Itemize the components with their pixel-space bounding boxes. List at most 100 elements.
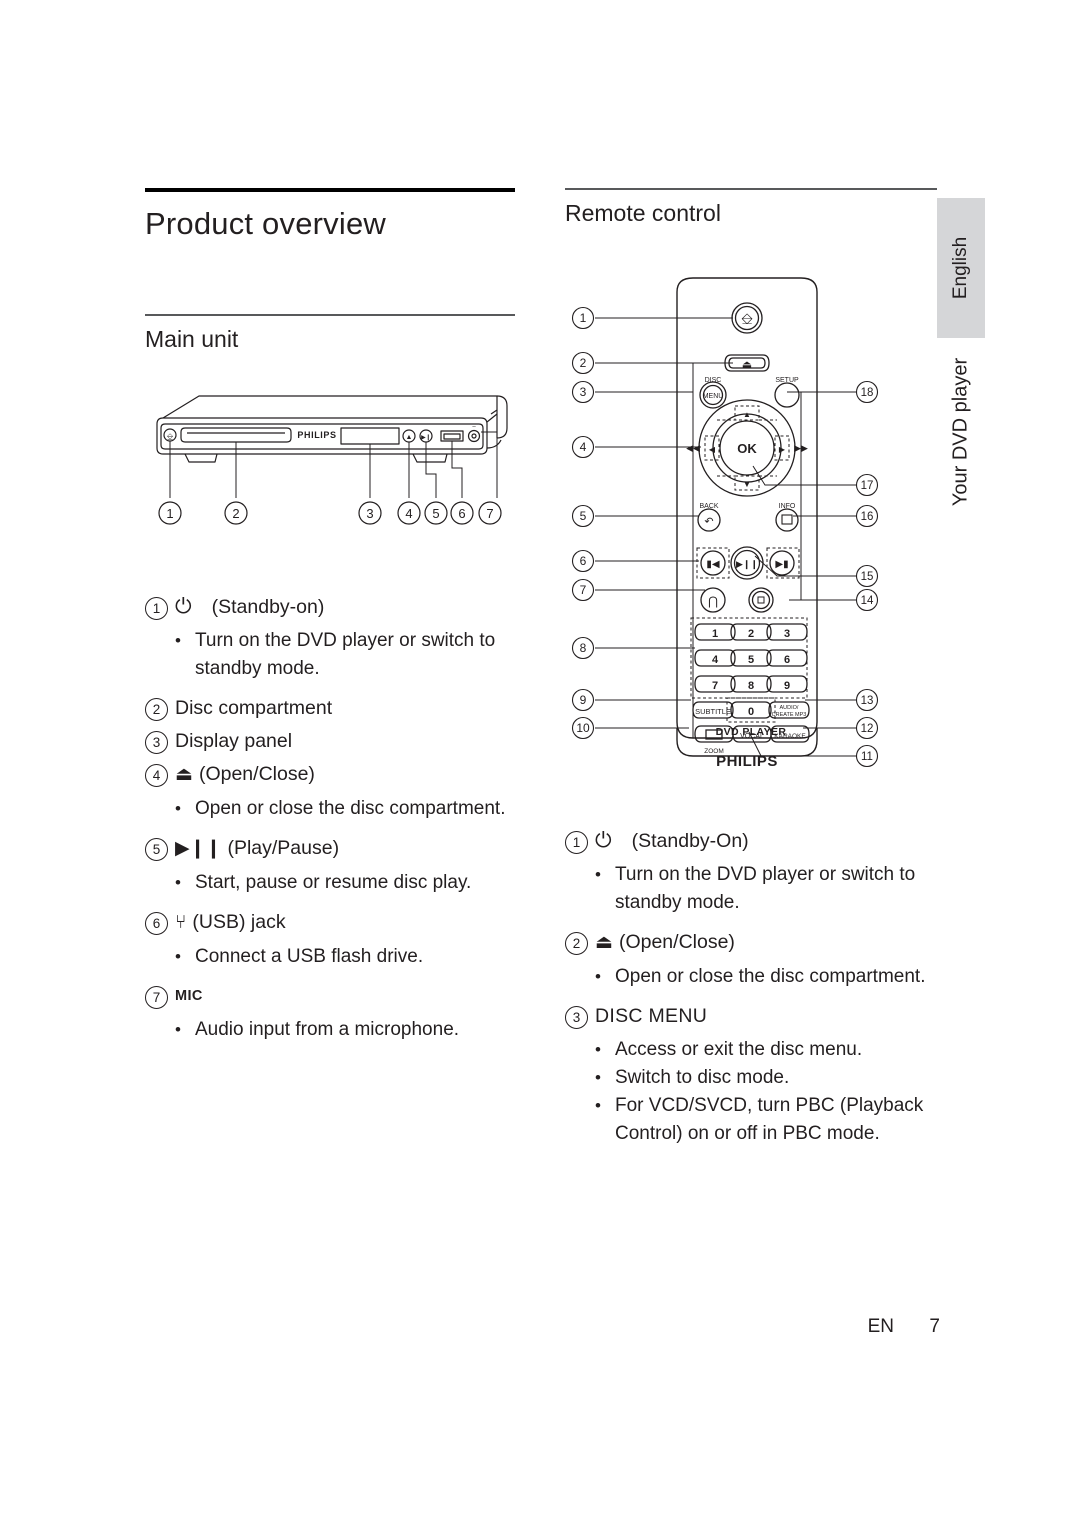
section-rule [565,188,937,190]
item-number: 3 [565,1006,588,1029]
callout-5: 5 [432,506,439,521]
keypad-5: 5 [748,654,754,666]
list-item: 3 DISC MENU • Access or exit the disc me… [565,1003,937,1148]
bullet-text: Turn on the DVD player or switch to stan… [195,630,496,679]
item-label: DISC MENU [595,1005,708,1027]
bullet-text: For VCD/SVCD, turn PBC (Playback Control… [615,1095,924,1144]
left-column: Product overview Main unit [145,188,515,353]
right-column: Remote control [565,188,937,227]
keypad-8: 8 [748,680,754,692]
remote-callout-16: 16 [861,511,874,523]
keypad-6: 6 [784,654,790,666]
callout-6: 6 [458,506,465,521]
nav-right-icon: ▶ [779,445,786,454]
remote-callout-9: 9 [580,693,587,707]
bullet-dot: • [595,1068,601,1087]
power-standby-icon: ⏻ [595,829,612,852]
remote-control-figure: 1 2 3 4 5 6 7 8 9 10 18 17 16 15 14 13 1… [565,270,937,770]
item-label: (Standby-On) [631,830,749,852]
remote-power-icon: ⎒ [741,311,753,328]
bullet-text: Access or exit the disc menu. [615,1039,863,1060]
bullet-dot: • [175,799,181,818]
bullet: • Switch to disc mode. [595,1064,937,1092]
remote-item-list: 1 ⏻ (Standby-On) • Turn on the DVD playe… [565,828,937,1160]
remote-usb-icon: ⋂ [708,594,718,608]
remote-body-bottom [565,728,937,758]
callout-1: 1 [166,506,173,521]
bullet-dot: • [595,967,601,986]
item-label: (Open/Close) [618,931,735,953]
chapter-rule [145,188,515,192]
svg-text:▲: ▲ [406,434,413,441]
bullet-dot: • [595,865,601,884]
list-item: 1 ⏻ (Standby-On) • Turn on the DVD playe… [565,828,937,917]
item-label: (Play/Pause) [227,837,340,859]
remote-callout-13: 13 [861,695,874,707]
bullet-text: Start, pause or resume disc play. [195,872,472,893]
keypad-9: 9 [784,680,790,692]
bullet-dot: • [175,631,181,650]
svg-text:▶❙: ▶❙ [421,434,431,441]
remote-callout-2: 2 [580,356,587,370]
item-label: Disc compartment [175,697,333,719]
disc-menu-bottom-label: MENU [703,393,724,400]
callout-2: 2 [232,506,239,521]
bullet: • Open or close the disc compartment. [175,795,517,823]
callout-3: 3 [366,506,373,521]
fast-forward-icon: ▶▶ [794,443,808,453]
list-item: 5 ▶❙❙ (Play/Pause) • Start, pause or res… [145,835,517,897]
bullet: • For VCD/SVCD, turn PBC (Playback Contr… [595,1092,937,1148]
main-unit-section: Main unit [145,314,515,353]
footer-page-number: 7 [929,1316,940,1337]
item-number: 1 [565,831,588,854]
previous-icon: ▮◀ [706,559,720,570]
list-item: 1 ⏻ (Standby-on) • Turn on the DVD playe… [145,594,517,683]
nav-left-icon: ◀ [709,445,716,454]
item-label: (Standby-on) [211,596,325,618]
section-rule [145,314,515,316]
keypad-0: 0 [748,706,754,718]
page-footer: EN 7 [0,1316,940,1338]
running-head-label: Your DVD player [949,357,972,507]
svg-text:–: – [472,424,476,430]
item-label: (Open/Close) [198,763,315,785]
usb-icon: ⑂ [175,912,187,933]
audio-label-line1: AUDIO/ [780,705,799,711]
audio-label-line2: CREATE MP3 [772,712,807,718]
section-title-main-unit: Main unit [145,325,239,352]
running-head: Your DVD player [937,352,985,512]
bullet-text: Connect a USB flash drive. [195,946,424,967]
play-pause-icon: ▶❙❙ [736,559,758,570]
bullet-dot: • [595,1096,601,1115]
bullet-dot: • [595,1040,601,1059]
main-unit-item-list: 1 ⏻ (Standby-on) • Turn on the DVD playe… [145,594,517,1056]
nav-up-icon: ▲ [743,410,751,419]
bullet-dot: • [175,947,181,966]
main-unit-callout-row: 1 2 3 4 5 6 7 [145,498,517,528]
callout-7: 7 [486,506,493,521]
callout-4: 4 [405,506,412,521]
remote-callout-3: 3 [580,385,587,399]
item-number: 6 [145,912,168,935]
section-title-remote-control: Remote control [565,199,721,226]
ok-button-label: OK [737,441,757,456]
item-number: 7 [145,986,168,1009]
language-tab: English [937,198,985,338]
bullet-text: Switch to disc mode. [615,1067,790,1088]
nav-down-icon: ▼ [743,480,751,489]
keypad-3: 3 [784,628,790,640]
power-standby-icon: ⏻ [175,595,192,618]
remote-callout-14: 14 [861,595,874,607]
eject-open-close-icon: ⏏ [595,932,613,953]
subtitle-label: SUBTITLE [695,707,731,716]
bullet-text: Open or close the disc compartment. [615,966,926,987]
item-number: 1 [145,597,168,620]
item-number: 4 [145,764,168,787]
bullet-text: Audio input from a microphone. [195,1019,460,1040]
footer-language-code: EN [867,1316,894,1337]
remote-callout-7: 7 [580,583,587,597]
remote-callout-17: 17 [861,480,874,492]
remote-callout-15: 15 [861,571,874,583]
remote-callout-5: 5 [580,509,587,523]
main-unit-brand: PHILIPS [297,430,336,440]
